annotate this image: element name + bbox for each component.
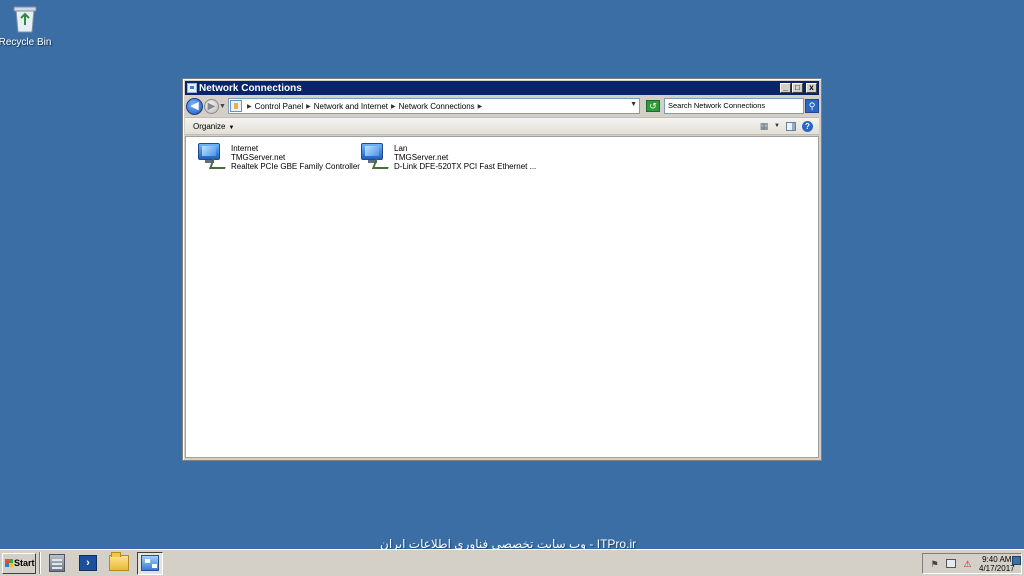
connection-details: Internet TMGServer.net Realtek PCIe GBE … [231,144,360,171]
action-center-flag-icon[interactable]: ⚑ [929,559,940,569]
clock[interactable]: 9:40 AM 4/17/2017 [979,555,1015,573]
powershell-button[interactable]: › [75,552,101,575]
network-connections-icon [141,555,159,571]
help-icon[interactable]: ? [802,120,813,132]
start-button[interactable]: Start [2,552,36,574]
connection-item[interactable]: Internet TMGServer.net Realtek PCIe GBE … [198,142,360,171]
recycle-bin-icon [11,4,39,34]
chevron-right-icon[interactable]: ▶ [478,103,483,110]
back-button[interactable]: ◀ [186,97,203,115]
search-input[interactable]: Search Network Connections [664,98,804,114]
network-status-icon[interactable] [946,559,956,568]
minimize-button[interactable]: _ [780,83,791,93]
toolbar-right-group: ▦ ▼ ? [752,120,813,132]
chevron-right-icon[interactable]: ▶ [391,103,396,110]
network-connections-window: Network Connections _ □ x ◀ ▶ ▼ ▶ Contro… [182,78,822,461]
change-view-icon[interactable]: ▦ [758,121,770,132]
volume-muted-icon[interactable]: ⚠ [962,559,973,569]
address-history-dropdown-icon[interactable]: ▼ [630,101,637,108]
connection-name: Lan [394,144,408,153]
network-connections-taskbar-button[interactable] [137,551,163,575]
clock-date: 4/17/2017 [979,563,1015,573]
desktop-icon-label: Recycle Bin [0,37,52,48]
control-panel-icon [230,100,242,112]
windows-logo-icon [5,559,13,567]
organize-label: Organize [193,121,226,131]
address-field[interactable]: ▶ Control Panel ▶ Network and Internet ▶… [228,98,640,114]
powershell-icon: › [79,555,97,571]
system-tray: ⚑ ⚠ 9:40 AM 4/17/2017 [922,553,1022,574]
address-bar: ◀ ▶ ▼ ▶ Control Panel ▶ Network and Inte… [185,96,819,116]
server-manager-button[interactable] [44,552,70,575]
close-button[interactable]: x [806,83,817,93]
connection-item[interactable]: Lan TMGServer.net D-Link DFE-520TX PCI F… [361,142,536,171]
chevron-right-icon[interactable]: ▶ [306,103,311,110]
title-bar[interactable]: Network Connections _ □ x [185,81,819,95]
network-adapter-icon [361,142,393,170]
connection-adapter: Realtek PCIe GBE Family Controller [231,162,360,171]
chevron-down-icon: ▼ [228,124,235,131]
breadcrumb-network-connections[interactable]: Network Connections [399,102,475,111]
connection-name: Internet [231,144,259,153]
taskbar-separator [39,552,41,574]
recent-pages-dropdown-icon[interactable]: ▼ [219,103,226,110]
breadcrumb-control-panel[interactable]: Control Panel [255,102,303,111]
search-icon[interactable]: ⚲ [805,99,819,113]
organize-button[interactable]: Organize ▼ [193,122,234,131]
windows-explorer-icon [109,552,129,571]
connection-domain: TMGServer.net [394,153,449,162]
preview-pane-icon[interactable] [786,121,796,131]
chevron-right-icon[interactable]: ▶ [247,103,252,110]
maximize-button[interactable]: □ [792,83,803,93]
view-options-dropdown-icon[interactable]: ▼ [774,123,780,129]
breadcrumb-network-and-internet[interactable]: Network and Internet [314,102,388,111]
desktop-icon-recycle-bin[interactable]: Recycle Bin [0,4,51,48]
network-connections-icon [187,83,197,93]
refresh-button[interactable]: ↺ [646,100,660,112]
network-adapter-icon [198,142,230,170]
clock-time: 9:40 AM [982,554,1012,564]
connection-details: Lan TMGServer.net D-Link DFE-520TX PCI F… [394,144,536,171]
connection-domain: TMGServer.net [231,153,286,162]
start-label: Start [14,558,35,568]
command-toolbar: Organize ▼ ▦ ▼ ? [185,117,819,135]
connections-list: Internet TMGServer.net Realtek PCIe GBE … [185,136,819,458]
windows-explorer-button[interactable] [106,552,132,575]
connection-adapter: D-Link DFE-520TX PCI Fast Ethernet ... [394,162,537,171]
taskbar: Start › ⚑ ⚠ 9:40 AM 4/17/2017 [0,549,1024,576]
window-title: Network Connections [199,82,302,94]
show-desktop-button[interactable] [1012,556,1021,565]
server-manager-icon [49,554,65,572]
forward-button[interactable]: ▶ [204,98,219,114]
